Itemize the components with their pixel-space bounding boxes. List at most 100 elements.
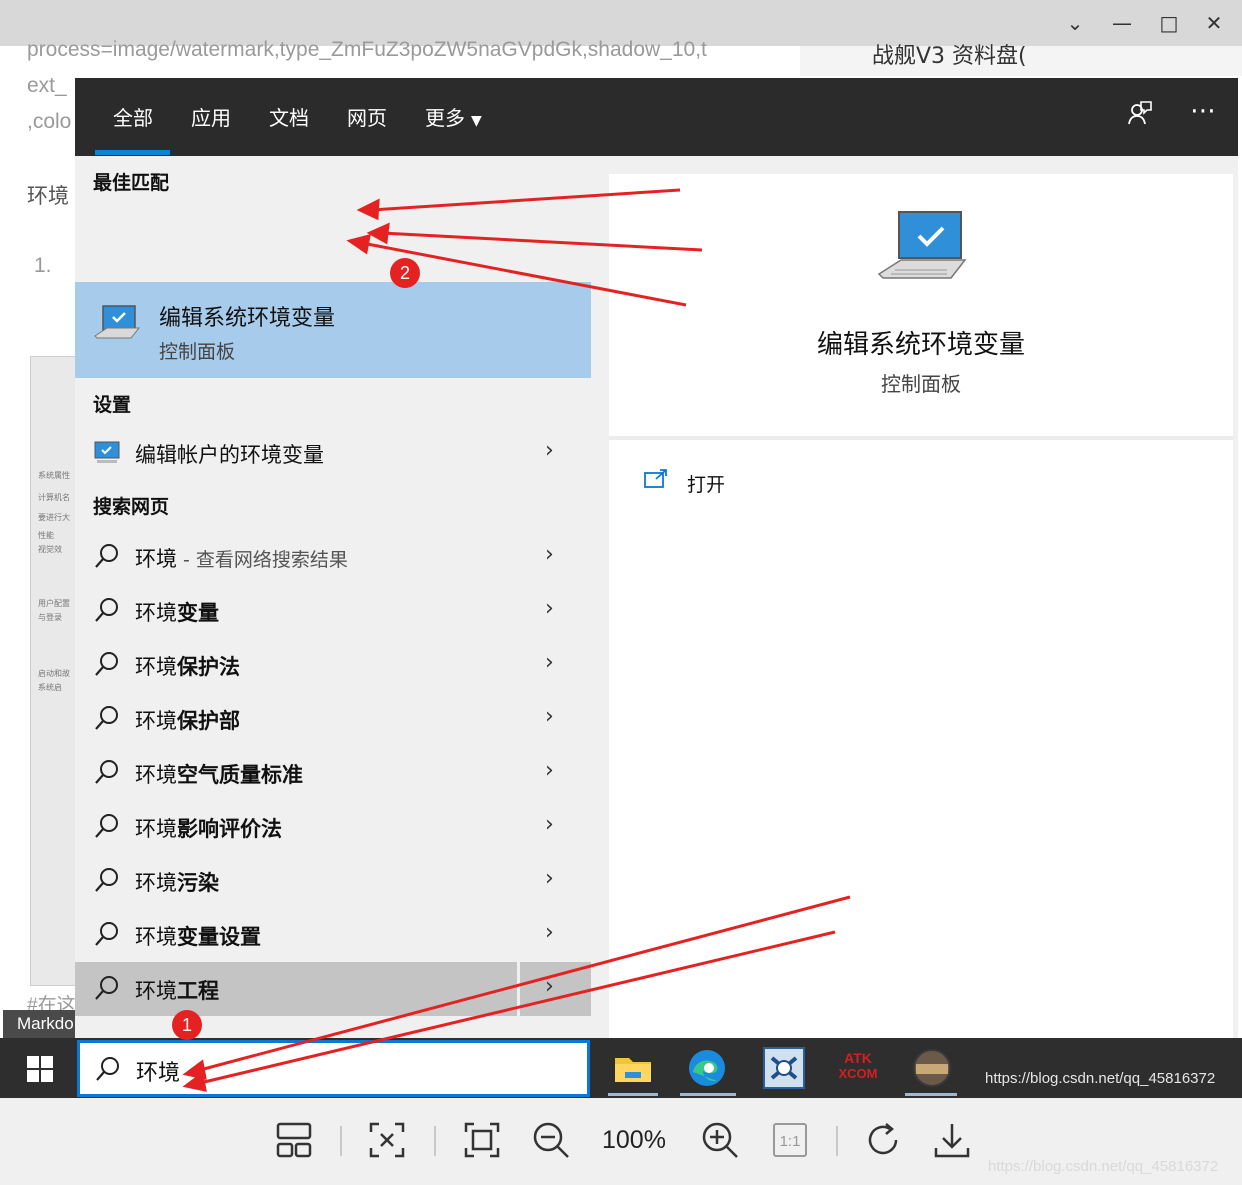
web-result-label: 环境变量 — [135, 597, 219, 627]
atk-label: ATK — [844, 1050, 872, 1066]
annotation-badge: 2 — [390, 258, 420, 288]
monitor-icon — [875, 208, 971, 296]
section-settings: 设置 — [93, 394, 132, 416]
close-icon[interactable]: ✕ — [1199, 8, 1229, 38]
web-result-label: 环境空气质量标准 — [135, 759, 303, 789]
web-result-prefix: 环境 — [135, 655, 177, 679]
web-result-item[interactable]: 环境空气质量标准 › — [75, 746, 591, 800]
active-app-indicator — [905, 1093, 957, 1096]
chevron-right-icon: › — [545, 650, 554, 675]
actual-size-icon[interactable] — [462, 1120, 502, 1160]
preview-divider — [609, 436, 1233, 440]
chevron-right-icon: › — [545, 542, 554, 567]
section-web-search: 搜索网页 — [93, 496, 170, 518]
section-best-match: 最佳匹配 — [93, 172, 170, 194]
web-result-bold: 工程 — [177, 979, 219, 1003]
settings-result-item[interactable]: 编辑帐户的环境变量 › — [75, 426, 591, 480]
bg-topright-text: 战舰V3 资料盘( — [872, 44, 1027, 69]
web-result-label: 环境影响评价法 — [135, 813, 282, 843]
monitor-icon — [93, 302, 141, 352]
qq-tool-icon[interactable] — [762, 1046, 806, 1090]
web-result-label: 环境保护部 — [135, 705, 240, 735]
web-result-prefix: 环境 — [135, 979, 177, 1003]
bg-thumb-text: 与登录 — [38, 613, 62, 622]
svg-text:1:1: 1:1 — [780, 1133, 801, 1150]
fit-to-window-icon[interactable] — [367, 1120, 407, 1160]
open-external-icon[interactable] — [643, 468, 669, 494]
tab-all[interactable]: 全部 — [113, 102, 153, 131]
tab-apps[interactable]: 应用 — [191, 102, 231, 131]
xcom-label: XCOM — [836, 1066, 880, 1082]
tab-web[interactable]: 网页 — [347, 102, 387, 131]
settings-result-label: 编辑帐户的环境变量 — [135, 443, 324, 467]
best-match-title: 编辑系统环境变量 — [159, 306, 336, 331]
toolbar-divider — [434, 1126, 436, 1156]
web-result-item[interactable]: 环境保护部 › — [75, 692, 591, 746]
chevron-right-icon[interactable]: › — [545, 974, 554, 999]
watermark-url: https://blog.csdn.net/qq_45816372 — [985, 1070, 1216, 1087]
preview-pane: 编辑系统环境变量 控制面板 打开 — [609, 174, 1233, 1038]
download-icon[interactable] — [932, 1120, 972, 1160]
bg-thumb-text: 用户配置 — [38, 599, 70, 608]
web-result-bold: 变量设置 — [177, 925, 261, 949]
web-result-prefix: 环境 — [135, 871, 177, 895]
one-to-one-icon[interactable]: 1:1 — [770, 1120, 810, 1160]
web-result-item[interactable]: 环境 - 查看网络搜索结果 › — [75, 530, 591, 584]
search-panel: 全部 应用 文档 网页 更多 ▼ ⋯ 最佳匹配 编辑系统环境变量 控制面板 设置 … — [75, 78, 1238, 1038]
search-icon — [93, 974, 121, 1002]
web-result-item[interactable]: 环境变量设置 › — [75, 908, 591, 962]
web-result-prefix: 环境 — [135, 925, 177, 949]
web-result-prefix: 环境 — [135, 601, 177, 625]
annotation-badge: 1 — [172, 1010, 202, 1040]
atk-xcom-icon[interactable]: ATK XCOM — [836, 1046, 880, 1090]
zoom-level: 100% — [602, 1126, 666, 1154]
chevron-right-icon: › — [545, 866, 554, 891]
monitor-icon — [93, 438, 121, 466]
chevron-right-icon: › — [545, 920, 554, 945]
maximize-icon[interactable]: □ — [1154, 8, 1184, 38]
bg-thumb-text: 系统启 — [38, 683, 62, 692]
minimize-icon[interactable]: — — [1107, 8, 1137, 38]
bg-thumb-text: 系统属性 — [38, 471, 70, 480]
web-result-prefix: 环境 — [135, 763, 177, 787]
best-match-item[interactable]: 编辑系统环境变量 控制面板 — [75, 282, 591, 378]
more-options-icon[interactable]: ⋯ — [1190, 96, 1216, 126]
web-result-item[interactable]: 环境变量 › — [75, 584, 591, 638]
tab-more-label: 更多 — [425, 106, 465, 130]
web-result-item[interactable]: 环境工程 › — [75, 962, 591, 1016]
edge-icon[interactable] — [685, 1046, 729, 1090]
preview-title: 编辑系统环境变量 — [816, 330, 1025, 360]
tab-documents[interactable]: 文档 — [269, 102, 309, 131]
bg-markdown-tab: Markdo — [3, 1010, 78, 1038]
search-icon — [96, 1057, 119, 1081]
start-button[interactable] — [3, 1038, 75, 1098]
search-icon — [93, 866, 121, 894]
web-result-prefix: 环境 — [135, 709, 177, 733]
search-icon — [93, 920, 121, 948]
search-input[interactable]: 环境 — [77, 1040, 590, 1097]
search-icon — [93, 650, 121, 678]
tab-more[interactable]: 更多 ▼ — [425, 102, 482, 131]
web-result-suffix: - 查看网络搜索结果 — [177, 549, 348, 571]
file-explorer-icon[interactable] — [611, 1046, 655, 1090]
open-action[interactable]: 打开 — [687, 470, 725, 497]
gallery-icon[interactable] — [274, 1120, 314, 1160]
web-result-item[interactable]: 环境影响评价法 › — [75, 800, 591, 854]
web-result-item[interactable]: 环境保护法 › — [75, 638, 591, 692]
bg-list-number: 1. — [34, 254, 52, 277]
chevron-right-icon: › — [545, 758, 554, 783]
row-divider — [517, 962, 520, 1016]
rotate-icon[interactable] — [864, 1120, 904, 1160]
feedback-icon[interactable] — [1127, 100, 1153, 132]
photo-app-icon[interactable] — [910, 1046, 954, 1090]
chevron-down-icon[interactable]: ⌄ — [1060, 8, 1090, 38]
search-nav-bar: 全部 应用 文档 网页 更多 ▼ ⋯ — [75, 78, 1238, 156]
zoom-in-icon[interactable] — [700, 1120, 740, 1160]
chevron-right-icon: › — [545, 812, 554, 837]
web-result-item[interactable]: 环境污染 › — [75, 854, 591, 908]
active-tab-indicator — [95, 150, 170, 155]
results-list: 最佳匹配 编辑系统环境变量 控制面板 设置 编辑帐户的环境变量 › 搜索网页 环… — [75, 156, 591, 1038]
bg-text-line: process=image/watermark,type_ZmFuZ3poZW5… — [27, 38, 707, 61]
web-result-bold: 影响评价法 — [177, 817, 282, 841]
zoom-out-icon[interactable] — [531, 1120, 571, 1160]
